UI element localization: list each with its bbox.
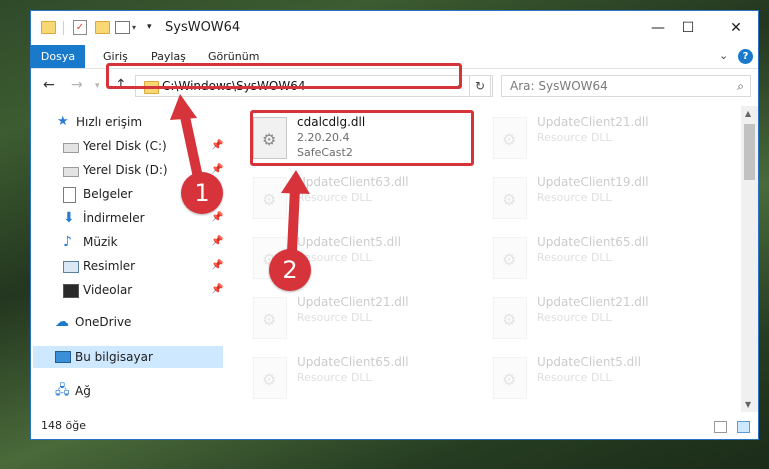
callout-badge-two: 2 <box>269 249 311 291</box>
arrow-one-head <box>170 94 197 120</box>
annotation-arrows <box>170 94 310 257</box>
arrow-two-head <box>281 170 310 194</box>
callout-badge-one: 1 <box>181 172 223 214</box>
arrow-two-shaft <box>287 183 300 257</box>
